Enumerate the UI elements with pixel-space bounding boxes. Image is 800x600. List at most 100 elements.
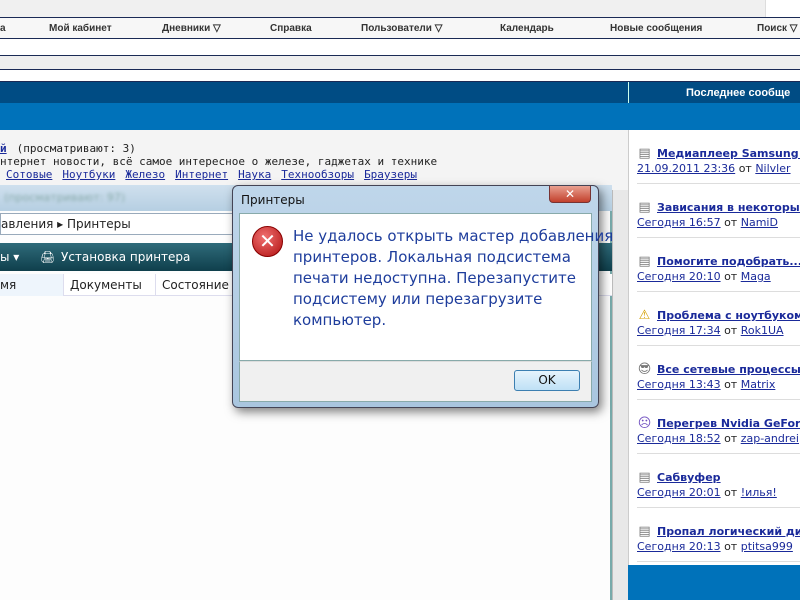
nav-item-calendar[interactable]: Календарь	[500, 23, 554, 34]
from-label: от	[724, 270, 738, 283]
post-date-link[interactable]: Сегодня 13:43	[637, 378, 721, 391]
document-icon: ▤	[638, 524, 651, 539]
subforum-links: Сотовые Ноутбуки Железо Интернет Наука Техноо…	[6, 168, 427, 181]
post-date-link[interactable]: Сегодня 20:01	[637, 486, 721, 499]
document-icon: ▤	[638, 470, 651, 485]
post-user-link[interactable]: NamiD	[741, 216, 778, 229]
last-posts-panel: ▤ Медиаплеер Samsung YP 21.09.2011 23:36…	[628, 130, 800, 565]
error-icon: ✕	[252, 226, 283, 257]
subforum-link[interactable]: Интернет	[175, 168, 228, 181]
blurred-title: (просматривают: 97)	[4, 191, 126, 204]
ok-button[interactable]: OK	[514, 370, 580, 391]
top-band	[0, 0, 765, 17]
subforum-link[interactable]: Наука	[238, 168, 271, 181]
post-date-link[interactable]: 21.09.2011 23:36	[637, 162, 735, 175]
page-frame-edge	[612, 190, 628, 600]
message-line: компьютер.	[293, 311, 387, 329]
post-meta: Сегодня 20:10 от Maga	[637, 270, 771, 283]
post-user-link[interactable]: Rok1UA	[741, 324, 784, 337]
nav-item-help[interactable]: Справка	[270, 23, 312, 34]
post-title-link[interactable]: Помогите подобрать...	[657, 255, 800, 268]
last-post-item: ▤ Зависания в некоторых и Сегодня 16:57 …	[637, 184, 800, 238]
post-title-link[interactable]: Все сетевые процессы	[657, 363, 800, 376]
add-printer-icon: 🖨	[40, 250, 56, 264]
post-user-link[interactable]: !илья!	[741, 486, 777, 499]
last-post-item: ▤ Помогите подобрать... Сегодня 20:10 от…	[637, 238, 800, 292]
subforum-link[interactable]: Браузеры	[364, 168, 417, 181]
post-date-link[interactable]: Сегодня 17:34	[637, 324, 721, 337]
last-post-item: ⚠ Проблема с ноутбуком Сегодня 17:34 от …	[637, 292, 800, 346]
dialog-footer: OK	[239, 361, 592, 402]
post-date-link[interactable]: Сегодня 20:10	[637, 270, 721, 283]
post-title-link[interactable]: Медиаплеер Samsung YP	[657, 147, 800, 160]
from-label: от	[738, 162, 752, 175]
document-icon: ▤	[638, 254, 651, 269]
forum-description: нтернет новости, всё самое интересное о …	[0, 155, 438, 168]
nav-item-partial[interactable]: а	[0, 23, 6, 34]
subnav	[0, 39, 800, 55]
message-line: подсистему или перезагрузите	[293, 290, 543, 308]
top-band-right	[765, 0, 800, 17]
nav-item-diaries[interactable]: Дневники ▽	[162, 23, 221, 34]
error-message: Не удалось открыть мастер добавления при…	[293, 226, 614, 331]
message-line: печати недоступна. Перезапустите	[293, 269, 576, 287]
post-meta: 21.09.2011 23:36 от Nilvler	[637, 162, 791, 175]
message-line: принтеров. Локальная подсистема	[293, 248, 571, 266]
forum-row: й (просматривают: 3) нтернет новости, всё…	[0, 130, 628, 190]
from-label: от	[724, 324, 738, 337]
column-documents[interactable]: Документы	[64, 274, 156, 296]
post-title-link[interactable]: Сабвуфер	[657, 471, 721, 484]
post-meta: Сегодня 17:34 от Rok1UA	[637, 324, 784, 337]
organize-menu[interactable]: ы ▾	[0, 250, 19, 264]
subforum-link[interactable]: Железо	[125, 168, 165, 181]
nav-item-cabinet[interactable]: Мой кабинет	[49, 23, 112, 34]
category-bar-bottom	[614, 565, 800, 600]
subforum-link[interactable]: Ноутбуки	[62, 168, 115, 181]
post-title-link[interactable]: Зависания в некоторых и	[657, 201, 800, 214]
message-line: Не удалось открыть мастер добавления	[293, 227, 614, 245]
warning-icon: ⚠	[638, 308, 651, 323]
post-user-link[interactable]: zap-andrei	[741, 432, 799, 445]
nav-item-new-posts[interactable]: Новые сообщения	[610, 23, 702, 34]
from-label: от	[724, 216, 738, 229]
post-meta: Сегодня 13:43 от Matrix	[637, 378, 775, 391]
forum-table-header: Последнее сообще	[0, 82, 800, 103]
from-label: от	[724, 486, 738, 499]
last-post-item: 😎 Все сетевые процессы Сегодня 13:43 от …	[637, 346, 800, 400]
post-user-link[interactable]: Nilvler	[755, 162, 790, 175]
post-date-link[interactable]: Сегодня 16:57	[637, 216, 721, 229]
nav-item-search[interactable]: Поиск ▽	[757, 23, 797, 34]
subforum-link[interactable]: Сотовые	[6, 168, 52, 181]
breadcrumb: авления ▸ Принтеры	[1, 217, 131, 231]
nav-item-users[interactable]: Пользователи ▽	[361, 23, 442, 34]
close-button[interactable]: ✕	[549, 186, 591, 203]
from-label: от	[724, 540, 738, 553]
from-label: от	[724, 378, 738, 391]
column-name[interactable]: мя	[0, 274, 64, 296]
last-post-item: ☹ Перегрев Nvidia GeForce Сегодня 18:52 …	[637, 400, 800, 454]
post-meta: Сегодня 20:01 от !илья!	[637, 486, 777, 499]
dialog-body: ✕ Не удалось открыть мастер добавления п…	[239, 213, 614, 361]
post-user-link[interactable]: Maga	[741, 270, 771, 283]
column-divider	[628, 82, 629, 103]
category-bar	[0, 103, 800, 130]
last-post-item: ▤ Сабвуфер Сегодня 20:01 от !илья!	[637, 454, 800, 508]
cool-smiley-icon: 😎	[637, 362, 652, 377]
post-date-link[interactable]: Сегодня 20:13	[637, 540, 721, 553]
subforum-link[interactable]: Технообзоры	[281, 168, 354, 181]
from-label: от	[724, 432, 738, 445]
post-title-link[interactable]: Проблема с ноутбуком	[657, 309, 800, 322]
forum-title-link[interactable]: й	[0, 142, 7, 155]
post-user-link[interactable]: Matrix	[741, 378, 776, 391]
post-date-link[interactable]: Сегодня 18:52	[637, 432, 721, 445]
post-title-link[interactable]: Перегрев Nvidia GeForce	[657, 417, 800, 430]
main-nav: а Мой кабинет Дневники ▽ Справка Пользов…	[0, 18, 800, 38]
last-post-item: ▤ Медиаплеер Samsung YP 21.09.2011 23:36…	[637, 130, 800, 184]
add-printer-button[interactable]: Установка принтера	[61, 250, 190, 264]
post-meta: Сегодня 20:13 от ptitsa999	[637, 540, 793, 553]
dialog-title: Принтеры	[241, 193, 305, 207]
sad-smiley-icon: ☹	[637, 416, 652, 431]
post-user-link[interactable]: ptitsa999	[741, 540, 793, 553]
post-title-link[interactable]: Пропал логический диск	[657, 525, 800, 538]
document-icon: ▤	[638, 146, 651, 161]
